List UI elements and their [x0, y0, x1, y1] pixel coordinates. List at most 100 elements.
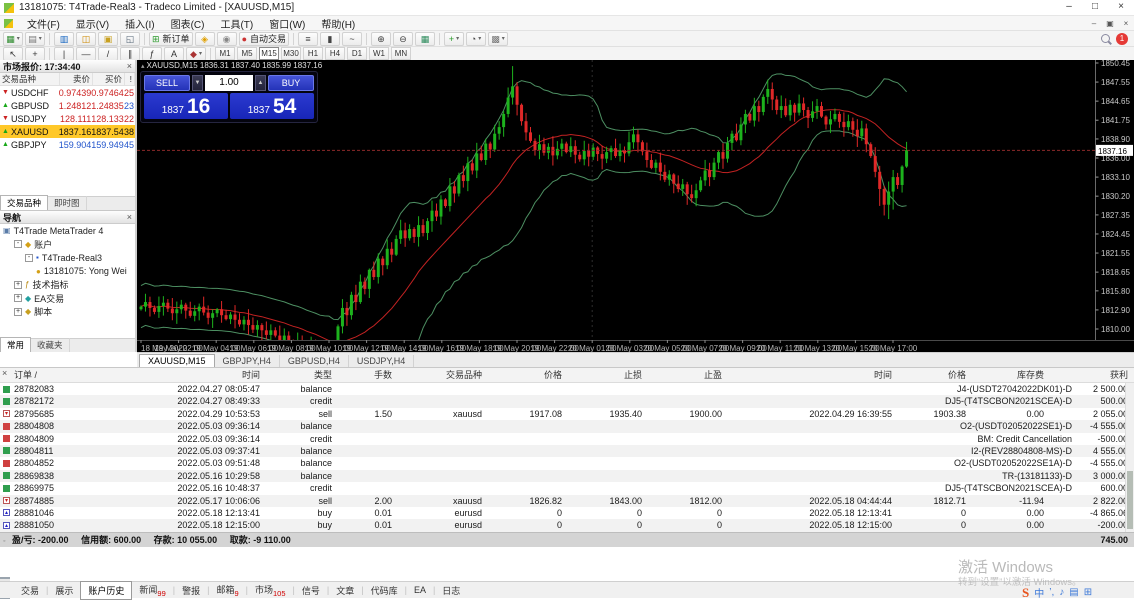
- tree-item-3[interactable]: ●13181075: Yong Wei: [0, 265, 135, 279]
- menu-item-4[interactable]: 工具(T): [212, 16, 261, 31]
- tree-expander-icon[interactable]: -: [14, 240, 22, 248]
- candlestick-chart-button[interactable]: ▮: [320, 32, 340, 46]
- history-col-8[interactable]: 时间: [874, 368, 892, 382]
- history-col-2[interactable]: 类型: [314, 368, 332, 382]
- chart-tab-3[interactable]: USDJPY,H4: [349, 355, 414, 367]
- tree-item-4[interactable]: +ƒ技术指标: [0, 278, 135, 292]
- crosshair-tool[interactable]: +: [25, 47, 45, 61]
- buy-price-display[interactable]: 1837 54: [230, 93, 314, 119]
- market-watch-tab-0[interactable]: 交易品种: [0, 195, 48, 210]
- history-col-5[interactable]: 价格: [544, 368, 562, 382]
- terminal-tab-3[interactable]: 新闻99: [132, 581, 172, 600]
- voice-input-icon[interactable]: ♪: [1059, 587, 1064, 598]
- chart-tab-0[interactable]: XAUUSD,M15: [139, 354, 215, 367]
- menu-item-5[interactable]: 窗口(W): [261, 16, 313, 31]
- menu-item-0[interactable]: 文件(F): [19, 16, 68, 31]
- timeframe-m1[interactable]: M1: [215, 47, 235, 60]
- history-row[interactable]: 288048082022.05.03 09:36:14balance-4 555…: [0, 420, 1134, 432]
- channel-tool[interactable]: ∥: [120, 47, 140, 61]
- market-watch-close-icon[interactable]: ×: [127, 61, 132, 71]
- history-col-9[interactable]: 价格: [948, 368, 966, 382]
- tree-expander-icon[interactable]: +: [14, 281, 22, 289]
- mdi-close-button[interactable]: ×: [1118, 19, 1134, 28]
- sogou-logo-icon[interactable]: S: [1022, 585, 1029, 601]
- history-row[interactable]: 288699752022.05.16 10:48:37credit600.00D…: [0, 482, 1134, 494]
- horizontal-line-tool[interactable]: —: [76, 47, 96, 61]
- history-row[interactable]: 288048522022.05.03 09:51:48balance-4 555…: [0, 457, 1134, 469]
- history-row[interactable]: ▾287956852022.04.29 10:53:53sell1.50xauu…: [0, 408, 1134, 420]
- data-window-toggle[interactable]: ◫: [76, 32, 96, 46]
- chart-window[interactable]: 1850.451847.551844.651841.751838.901836.…: [137, 60, 1134, 352]
- terminal-tab-0[interactable]: 交易: [14, 582, 46, 599]
- minimize-button[interactable]: –: [1056, 0, 1082, 15]
- history-col-1[interactable]: 时间: [242, 368, 260, 382]
- terminal-tab-4[interactable]: 警报: [175, 582, 207, 599]
- history-col-3[interactable]: 手数: [374, 368, 392, 382]
- history-row[interactable]: 288048092022.05.03 09:36:14credit-500.00…: [0, 433, 1134, 445]
- timeframe-h4[interactable]: H4: [325, 47, 345, 60]
- terminal-close-icon[interactable]: ×: [2, 368, 7, 378]
- history-row[interactable]: ▴288810502022.05.18 12:15:00buy0.01eurus…: [0, 519, 1134, 531]
- history-scrollbar[interactable]: [1125, 383, 1134, 532]
- symbol-row-usdjpy[interactable]: ▼USDJPY128.111128.13322: [0, 112, 135, 125]
- history-row[interactable]: 288048112022.05.03 09:37:41balance4 555.…: [0, 445, 1134, 457]
- punctuation-mode-icon[interactable]: ’,: [1049, 587, 1054, 598]
- navigator-toggle[interactable]: ▣: [98, 32, 118, 46]
- timeframe-mn[interactable]: MN: [391, 47, 411, 60]
- symbol-row-gbpusd[interactable]: ▲GBPUSD1.248121.2483523: [0, 99, 135, 112]
- terminal-tab-8[interactable]: 文章: [329, 582, 361, 599]
- autotrading-button[interactable]: ●自动交易: [239, 32, 289, 46]
- tree-expander-icon[interactable]: -: [25, 254, 33, 262]
- zoom-in-button[interactable]: ⊕: [371, 32, 391, 46]
- profiles-button[interactable]: ▤▾: [25, 32, 45, 46]
- menu-item-1[interactable]: 显示(V): [68, 16, 117, 31]
- volume-decrease-button[interactable]: ▼: [192, 75, 203, 91]
- tile-windows-button[interactable]: ▦: [415, 32, 435, 46]
- terminal-tab-11[interactable]: 日志: [435, 582, 467, 599]
- mdi-restore-button[interactable]: ▣: [1102, 19, 1118, 28]
- new-chart-button[interactable]: ▦▾: [3, 32, 23, 46]
- chart-tab-1[interactable]: GBPJPY,H4: [215, 355, 280, 367]
- timeframe-m30[interactable]: M30: [281, 47, 301, 60]
- tree-item-5[interactable]: +◆EA交易: [0, 292, 135, 306]
- symbol-row-gbpjpy[interactable]: ▲GBPJPY159.904159.94945: [0, 138, 135, 151]
- navigator-tab-1[interactable]: 收藏夹: [31, 338, 70, 352]
- sounds-button[interactable]: ◉: [217, 32, 237, 46]
- close-button[interactable]: ×: [1108, 0, 1134, 15]
- history-col-10[interactable]: 库存费: [1017, 368, 1044, 382]
- terminal-tab-10[interactable]: EA: [407, 583, 433, 597]
- tree-expander-icon[interactable]: +: [14, 308, 22, 316]
- volume-input[interactable]: 1.00: [205, 75, 253, 91]
- bar-chart-button[interactable]: ≡: [298, 32, 318, 46]
- history-col-11[interactable]: 获利: [1110, 368, 1128, 382]
- chart-tab-2[interactable]: GBPUSD,H4: [280, 355, 349, 367]
- line-chart-button[interactable]: ~: [342, 32, 362, 46]
- sell-button[interactable]: SELL: [144, 75, 190, 91]
- zoom-out-button[interactable]: ⊖: [393, 32, 413, 46]
- history-row[interactable]: ▾288748852022.05.17 10:06:06sell2.00xauu…: [0, 495, 1134, 507]
- terminal-tab-5[interactable]: 邮箱9: [209, 581, 245, 600]
- notification-badge[interactable]: 1: [1116, 33, 1128, 45]
- timeframe-h1[interactable]: H1: [303, 47, 323, 60]
- timeframe-w1[interactable]: W1: [369, 47, 389, 60]
- menu-item-2[interactable]: 插入(I): [117, 16, 162, 31]
- tree-expander-icon[interactable]: +: [14, 294, 22, 302]
- timeframe-m15[interactable]: M15: [259, 47, 279, 60]
- terminal-toggle[interactable]: ◱: [120, 32, 140, 46]
- history-col-7[interactable]: 止盈: [704, 368, 722, 382]
- menu-item-3[interactable]: 图表(C): [163, 16, 213, 31]
- tree-item-0[interactable]: ▣T4Trade MetaTrader 4: [0, 224, 135, 238]
- navigator-tab-0[interactable]: 常用: [0, 337, 31, 352]
- navigator-close-icon[interactable]: ×: [127, 212, 132, 222]
- toolbox-icon[interactable]: ⊞: [1084, 587, 1092, 598]
- fibonacci-tool[interactable]: ƒ: [142, 47, 162, 61]
- maximize-button[interactable]: □: [1082, 0, 1108, 15]
- mdi-minimize-button[interactable]: –: [1086, 19, 1102, 28]
- tree-item-2[interactable]: -▪T4Trade-Real3: [0, 251, 135, 265]
- history-row[interactable]: 288698382022.05.16 10:29:58balance3 000.…: [0, 470, 1134, 482]
- market-watch-toggle[interactable]: ▥: [54, 32, 74, 46]
- timeframe-m5[interactable]: M5: [237, 47, 257, 60]
- cursor-tool[interactable]: ↖: [3, 47, 23, 61]
- terminal-tab-7[interactable]: 信号: [295, 582, 327, 599]
- arrows-tool[interactable]: ◆▾: [186, 47, 206, 61]
